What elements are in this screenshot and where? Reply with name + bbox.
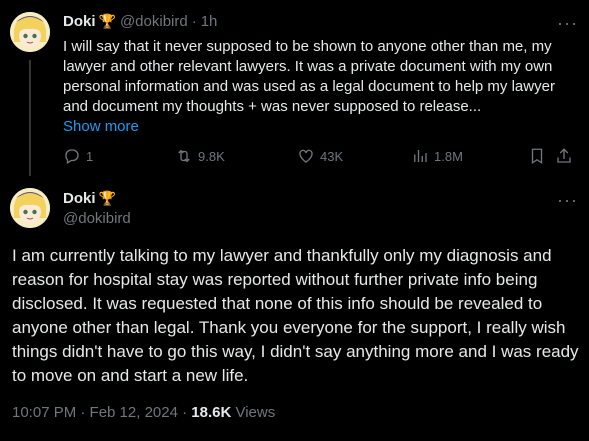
like-icon: [299, 149, 313, 163]
avatar[interactable]: [10, 188, 50, 228]
author-handle[interactable]: @dokibird: [63, 210, 131, 227]
tweet-1-body: I will say that it never supposed to be …: [63, 37, 571, 137]
like-button[interactable]: 43K: [297, 147, 343, 165]
thread-line: [29, 60, 31, 176]
bookmark-icon: [531, 148, 543, 165]
more-icon[interactable]: ···: [557, 14, 578, 32]
share-button[interactable]: [555, 147, 573, 165]
bookmark-button[interactable]: [528, 147, 546, 165]
tweet-actions: 1 9.8K 43K 1.8M: [63, 147, 575, 167]
views-total: 18.6K: [191, 404, 232, 421]
post-time[interactable]: 1h: [201, 13, 218, 30]
repost-icon: [178, 149, 190, 163]
trophy-icon: 🏆: [98, 190, 116, 206]
views-icon: [414, 150, 427, 162]
separator: ·: [191, 13, 197, 30]
author-handle[interactable]: @dokibird: [120, 13, 188, 30]
post-timestamp[interactable]: 10:07 PM · Feb 12, 2024: [12, 404, 178, 421]
repost-count: 9.8K: [198, 148, 225, 164]
reply-icon: [65, 149, 79, 164]
tweet-1-header: Doki 🏆 @dokibird · 1h: [63, 13, 217, 30]
views-count: 1.8M: [434, 148, 463, 164]
author-name[interactable]: Doki: [63, 190, 96, 207]
tweet-text: I will say that it never supposed to be …: [63, 38, 555, 115]
tweet-text: I am currently talking to my lawyer and …: [12, 246, 579, 385]
views-button[interactable]: 1.8M: [411, 147, 463, 165]
views-label: Views: [235, 404, 276, 421]
more-icon[interactable]: ···: [557, 191, 578, 209]
trophy-icon: 🏆: [98, 13, 116, 29]
reply-count: 1: [86, 148, 94, 164]
author-name[interactable]: Doki: [63, 13, 96, 30]
tweet-meta: 10:07 PM · Feb 12, 2024 · 18.6K Views: [12, 404, 275, 421]
separator: ·: [182, 404, 188, 421]
tweet-2-header: Doki 🏆: [63, 190, 116, 207]
avatar-image: [10, 12, 50, 52]
avatar-image: [10, 188, 50, 228]
repost-button[interactable]: 9.8K: [175, 147, 225, 165]
like-count: 43K: [320, 148, 344, 164]
reply-button[interactable]: 1: [63, 147, 93, 165]
show-more-link[interactable]: Show more: [63, 117, 139, 137]
avatar[interactable]: [10, 12, 50, 52]
share-icon: [557, 148, 571, 163]
